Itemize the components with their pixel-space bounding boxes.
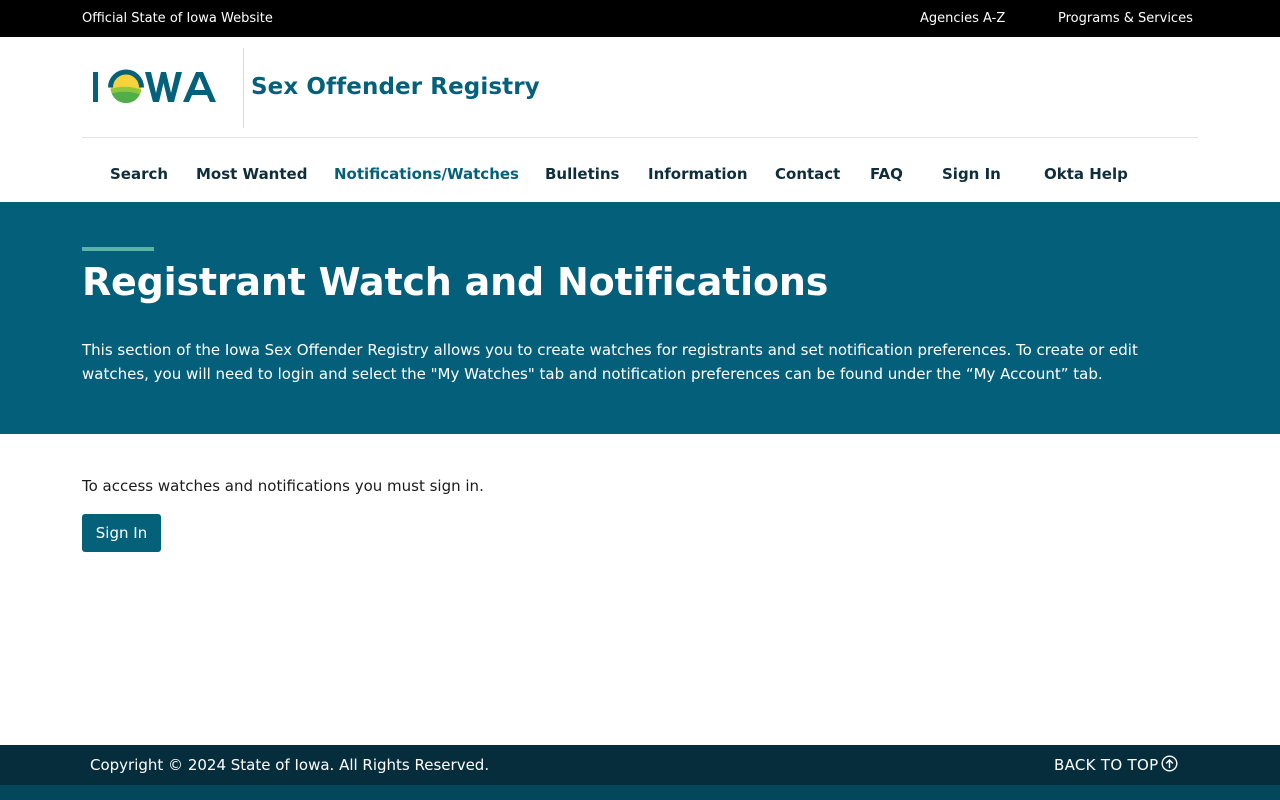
site-header: Sex Offender Registry: [82, 37, 1198, 138]
site-footer: Copyright © 2024 State of Iowa. All Righ…: [0, 745, 1280, 785]
nav-sign-in[interactable]: Sign In: [942, 164, 1001, 184]
utility-bar: Official State of Iowa Website Agencies …: [0, 0, 1280, 37]
footer-bottom-strip: [0, 785, 1280, 800]
iowa-logo[interactable]: [92, 67, 234, 107]
agencies-a-z-link[interactable]: Agencies A-Z: [920, 10, 1005, 27]
nav-faq[interactable]: FAQ: [870, 164, 903, 184]
programs-services-link[interactable]: Programs & Services: [1058, 10, 1193, 27]
page-title: Registrant Watch and Notifications: [82, 260, 829, 304]
nav-information[interactable]: Information: [648, 164, 748, 184]
back-to-top-link[interactable]: BACK TO TOP: [1054, 755, 1178, 775]
back-to-top-label: BACK TO TOP: [1054, 756, 1159, 774]
hero-accent-bar: [82, 247, 154, 251]
nav-okta-help[interactable]: Okta Help: [1044, 164, 1128, 184]
signin-required-message: To access watches and notifications you …: [82, 477, 484, 495]
nav-notifications-watches[interactable]: Notifications/Watches: [334, 164, 519, 184]
header-divider: [243, 48, 244, 128]
copyright-text: Copyright © 2024 State of Iowa. All Righ…: [90, 756, 490, 774]
sign-in-button[interactable]: Sign In: [82, 514, 161, 552]
official-site-link[interactable]: Official State of Iowa Website: [82, 10, 273, 27]
site-title[interactable]: Sex Offender Registry: [251, 73, 540, 101]
arrow-up-circle-icon: [1161, 755, 1178, 772]
hero-description: This section of the Iowa Sex Offender Re…: [82, 341, 1138, 383]
main-nav: Search Most Wanted Notifications/Watches…: [82, 138, 1198, 202]
hero-banner: Registrant Watch and Notifications This …: [0, 202, 1280, 434]
nav-bulletins[interactable]: Bulletins: [545, 164, 620, 184]
nav-search[interactable]: Search: [110, 164, 168, 184]
nav-most-wanted[interactable]: Most Wanted: [196, 164, 307, 184]
nav-contact[interactable]: Contact: [775, 164, 840, 184]
